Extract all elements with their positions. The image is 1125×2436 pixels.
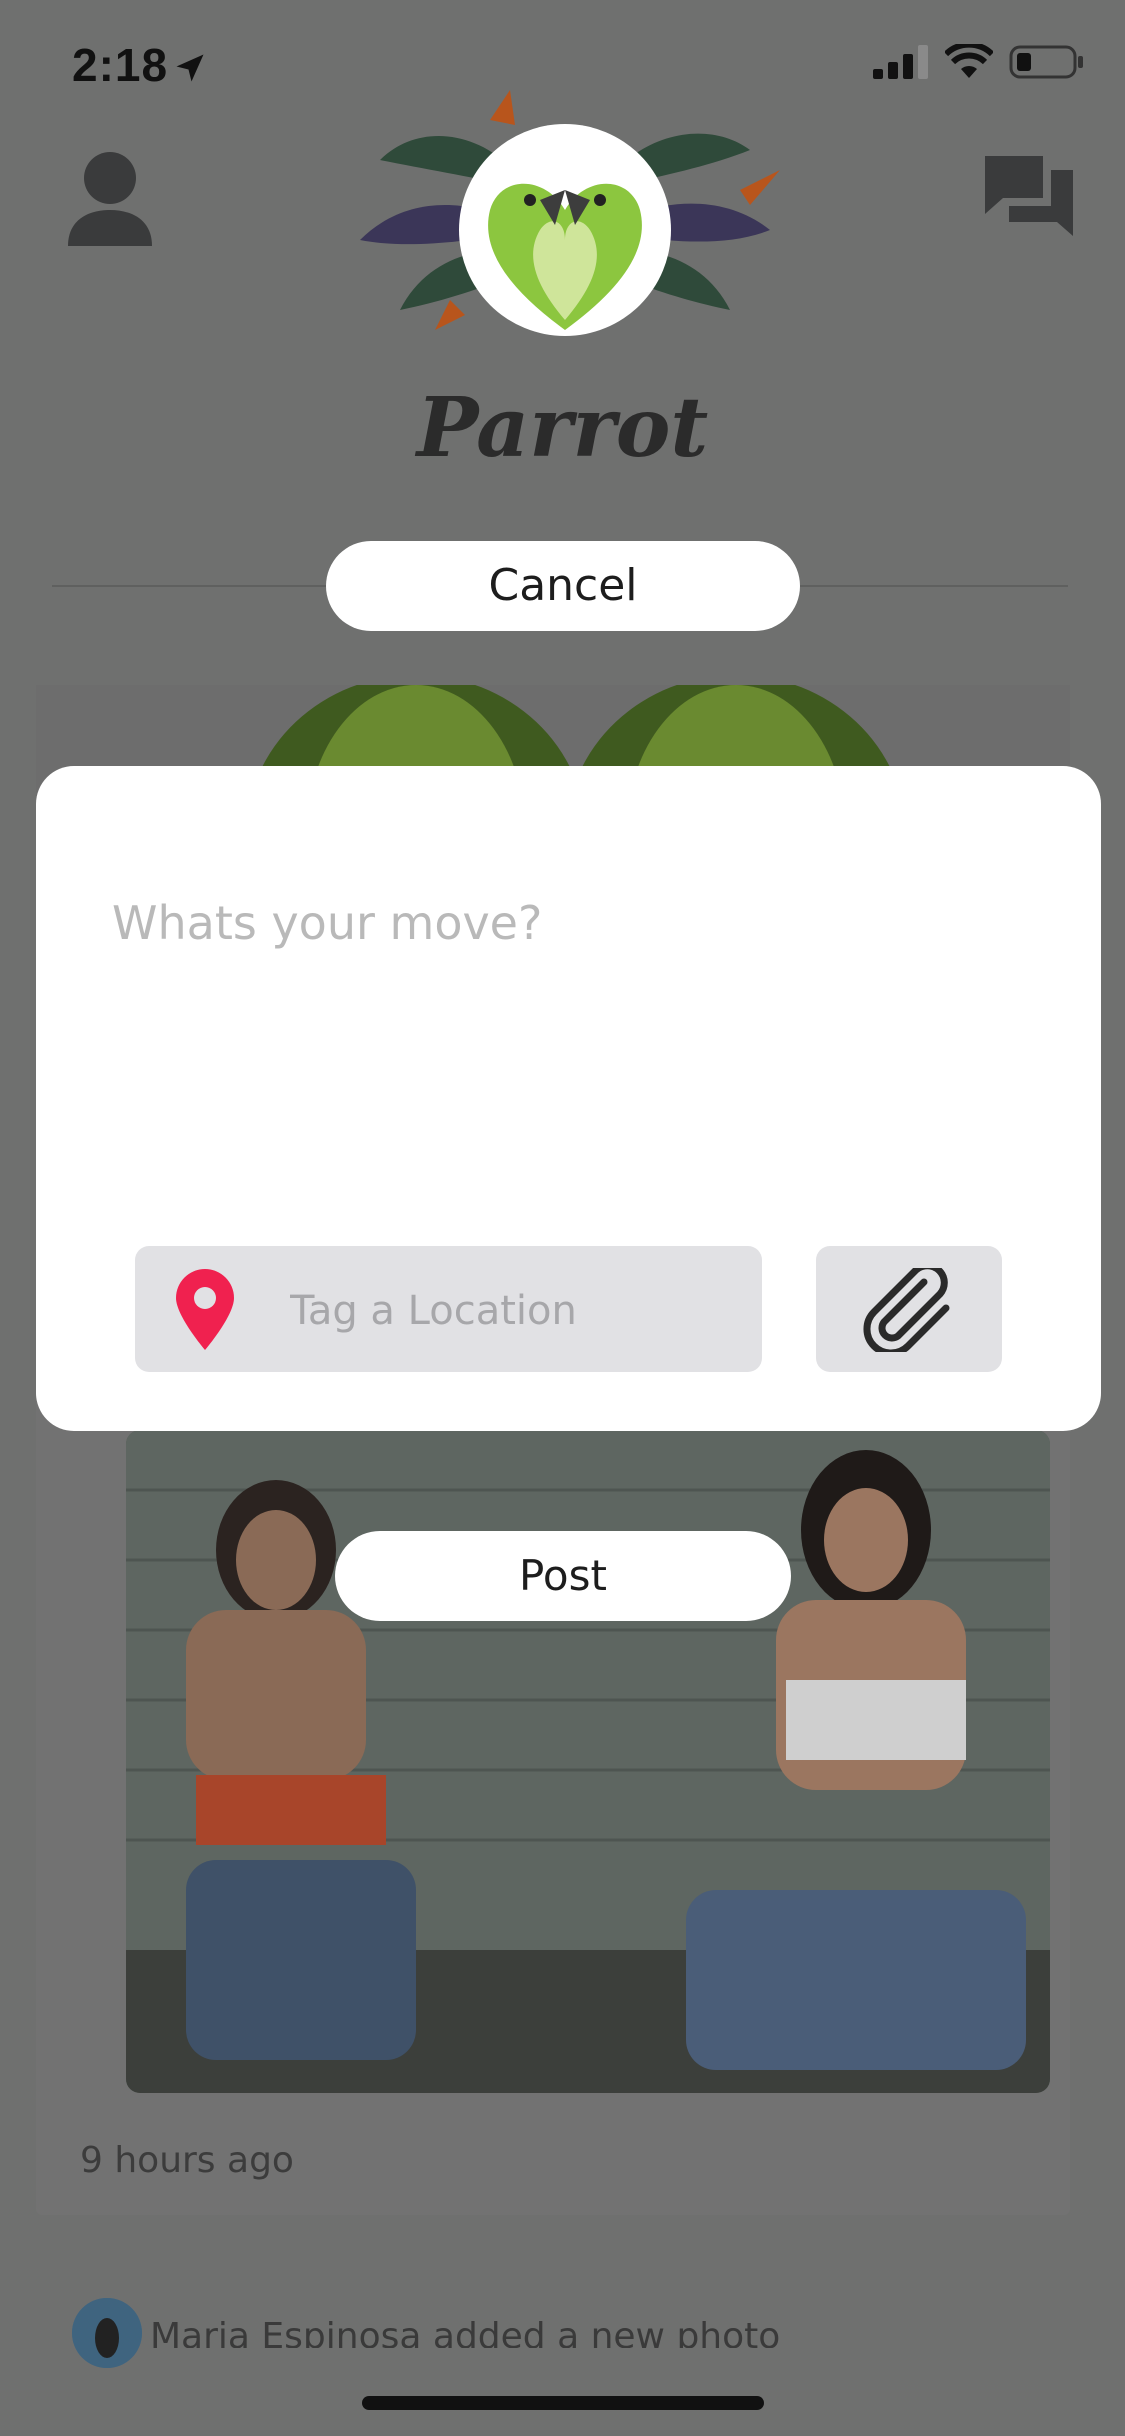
status-icons	[873, 41, 1085, 84]
home-indicator[interactable]	[362, 2396, 764, 2410]
location-arrow-icon	[172, 50, 208, 86]
status-time: 2:18	[72, 39, 169, 91]
battery-icon	[1009, 44, 1085, 84]
app-title: Parrot	[416, 380, 709, 476]
paperclip-icon	[862, 1262, 958, 1357]
post-text-input[interactable]	[110, 862, 1054, 984]
tag-location-input[interactable]	[288, 1270, 732, 1352]
post-button[interactable]: Post	[335, 1531, 791, 1621]
feed-next-item-text: Maria Espinosa added a new photo	[150, 2316, 781, 2348]
wifi-icon	[943, 41, 995, 84]
parrot-logo	[340, 80, 790, 380]
avatar[interactable]	[72, 2298, 142, 2368]
feed-timestamp: 9 hours ago	[80, 2140, 294, 2181]
chat-bubbles-icon[interactable]	[981, 152, 1077, 242]
feed-photo[interactable]	[126, 1430, 1050, 2093]
map-pin-icon	[172, 1268, 238, 1352]
cancel-button[interactable]: Cancel	[326, 541, 800, 631]
cellular-signal-icon	[873, 45, 929, 83]
profile-icon[interactable]	[66, 150, 154, 250]
